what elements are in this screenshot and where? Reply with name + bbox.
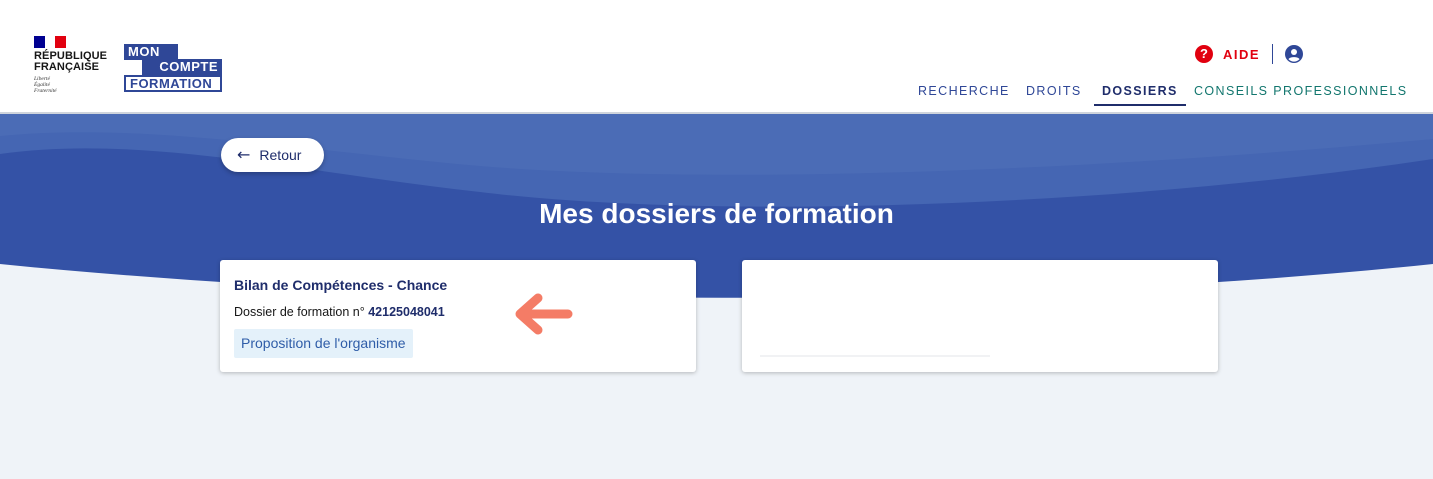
republic-line-2: FRANÇAISE [34,61,100,73]
motto-fraternite: Fraternité [34,88,57,94]
arrow-left-icon: ← [237,145,251,164]
site-header: RÉPUBLIQUE FRANÇAISE Liberté Égalité Fra… [0,0,1433,114]
dossier-card[interactable]: Bilan de Compétences - Chance Dossier de… [220,260,696,372]
back-button-label: Retour [259,147,302,163]
nav-dossiers[interactable]: DOSSIERS [1094,82,1186,106]
loading-card [742,260,1218,372]
status-badge: Proposition de l'organisme [234,329,413,358]
dossier-number-line: Dossier de formation n° 42125048041 [234,305,445,319]
republic-motto: Liberté Égalité Fraternité [34,76,107,94]
mon-compte-formation-logo[interactable]: MON COMPTE FORMATION [124,44,222,92]
republique-francaise-logo[interactable]: RÉPUBLIQUE FRANÇAISE Liberté Égalité Fra… [34,36,107,94]
brand-line-compte: COMPTE [142,59,222,75]
card-title: Bilan de Compétences - Chance [234,277,448,293]
question-circle-icon[interactable]: ? [1195,45,1213,63]
brand-line-formation: FORMATION [124,75,222,92]
nav-droits[interactable]: DROITS [1026,82,1082,106]
french-flag-icon [34,36,67,48]
header-divider [1272,44,1274,64]
back-button[interactable]: ← Retour [221,138,324,172]
pointer-arrow-icon [515,293,573,335]
dossier-number-label: Dossier de formation n° [234,305,365,319]
header-tools: ? AIDE [1195,44,1304,64]
dossier-number: 42125048041 [368,305,445,319]
brand-line-mon: MON [124,44,178,60]
help-link[interactable]: AIDE [1223,47,1260,62]
skeleton-line [760,355,990,357]
page-title: Mes dossiers de formation [539,198,894,229]
user-circle-icon[interactable] [1285,45,1304,63]
nav-conseils-professionnels[interactable]: CONSEILS PROFESSIONNELS [1194,82,1408,106]
nav-recherche[interactable]: RECHERCHE [918,82,1010,106]
